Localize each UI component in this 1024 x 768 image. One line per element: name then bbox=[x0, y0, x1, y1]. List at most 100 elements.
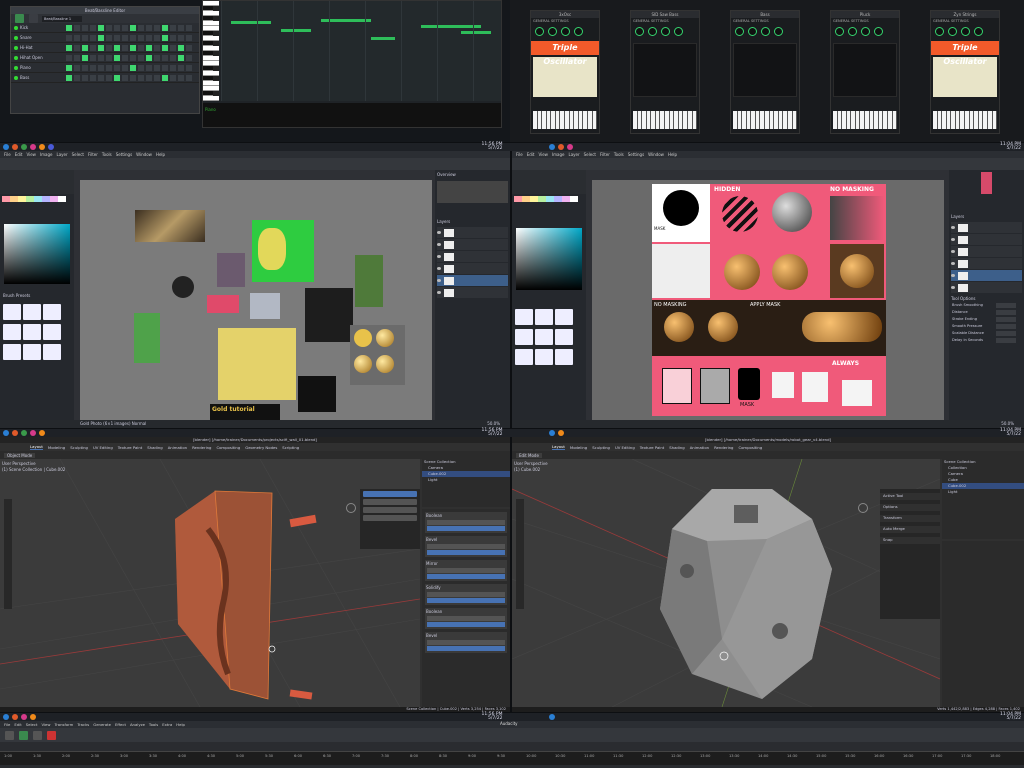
beat-step[interactable] bbox=[90, 24, 96, 31]
play-icon-audio[interactable] bbox=[19, 730, 28, 740]
beat-step[interactable] bbox=[66, 24, 72, 31]
beat-step[interactable] bbox=[178, 54, 184, 61]
n-panel-section[interactable]: Auto Merge bbox=[880, 526, 940, 533]
beat-step[interactable] bbox=[66, 44, 72, 51]
beat-step[interactable] bbox=[146, 44, 152, 51]
layer-row[interactable] bbox=[437, 263, 508, 274]
modifier-field[interactable] bbox=[427, 640, 505, 645]
workspace-tab[interactable]: Geometry Nodes bbox=[245, 445, 277, 450]
beat-step[interactable] bbox=[98, 44, 104, 51]
layer-row[interactable] bbox=[437, 239, 508, 250]
modifier-field[interactable] bbox=[427, 544, 505, 549]
workspace-tab[interactable]: Animation bbox=[690, 445, 709, 450]
beat-step[interactable] bbox=[186, 74, 192, 81]
blender-icon-3[interactable] bbox=[30, 714, 36, 720]
menu-item[interactable]: Help bbox=[668, 152, 677, 157]
modifier-panel[interactable]: Bevel bbox=[425, 632, 507, 653]
record-icon[interactable] bbox=[47, 730, 56, 740]
krita-right-canvas[interactable]: MASK HIDDEN NO MASKING NO MASKING APPLY … bbox=[592, 180, 944, 420]
outliner-item[interactable]: Light bbox=[422, 477, 510, 483]
volume-knob[interactable] bbox=[848, 27, 857, 36]
beat-step[interactable] bbox=[162, 74, 168, 81]
beat-step[interactable] bbox=[170, 54, 176, 61]
menu-item[interactable]: Settings bbox=[116, 152, 132, 157]
mech-part-model[interactable] bbox=[512, 459, 940, 707]
tool-grid-right[interactable] bbox=[512, 170, 586, 194]
n-panel-section[interactable]: Snap bbox=[880, 537, 940, 544]
piano-roll[interactable]: Piano bbox=[202, 0, 502, 128]
beat-step[interactable] bbox=[130, 34, 136, 41]
layer-row[interactable] bbox=[437, 251, 508, 262]
volume-knob[interactable] bbox=[535, 27, 544, 36]
tool-option-value[interactable] bbox=[996, 303, 1016, 308]
n-panel-transform[interactable] bbox=[360, 489, 420, 549]
menu-item[interactable]: Tracks bbox=[77, 722, 89, 727]
menu-item[interactable]: Edit bbox=[15, 152, 23, 157]
beat-step[interactable] bbox=[146, 74, 152, 81]
brush-preset[interactable] bbox=[515, 349, 533, 365]
knob-row[interactable] bbox=[631, 24, 699, 41]
files-icon[interactable] bbox=[21, 144, 27, 150]
beat-step[interactable] bbox=[114, 34, 120, 41]
volume-knob[interactable] bbox=[835, 27, 844, 36]
brush-preset[interactable] bbox=[43, 344, 61, 360]
tool-option-row[interactable]: Stroke Ending bbox=[949, 317, 1024, 324]
menu-item[interactable]: Settings bbox=[628, 152, 644, 157]
beat-step[interactable] bbox=[122, 64, 128, 71]
midi-note[interactable] bbox=[421, 25, 481, 28]
tool-option-value[interactable] bbox=[996, 317, 1016, 322]
menu-item[interactable]: Transform bbox=[54, 722, 73, 727]
play-icon[interactable] bbox=[15, 14, 24, 23]
workspace-tab[interactable]: Texture Paint bbox=[118, 445, 143, 450]
beat-step[interactable] bbox=[146, 54, 152, 61]
palette-right[interactable] bbox=[512, 194, 586, 206]
volume-knob[interactable] bbox=[974, 27, 983, 36]
beat-step[interactable] bbox=[74, 54, 80, 61]
menu-item[interactable]: View bbox=[26, 152, 36, 157]
synth-plugin-window[interactable]: Pluck GENERAL SETTINGS bbox=[830, 10, 900, 134]
beat-step[interactable] bbox=[154, 24, 160, 31]
beat-track-row[interactable]: Kick bbox=[11, 23, 199, 33]
beat-step[interactable] bbox=[66, 74, 72, 81]
layer-row[interactable] bbox=[951, 234, 1022, 245]
track-name[interactable]: Hihat Open bbox=[20, 55, 64, 60]
menu-item[interactable]: Select bbox=[584, 152, 596, 157]
menu-item[interactable]: Tools bbox=[149, 722, 158, 727]
beat-step[interactable] bbox=[82, 74, 88, 81]
brush-preset[interactable] bbox=[43, 304, 61, 320]
layer-row[interactable] bbox=[951, 282, 1022, 293]
mute-led[interactable] bbox=[14, 75, 18, 80]
n-panel-section[interactable]: Transform bbox=[880, 515, 940, 522]
beat-step[interactable] bbox=[106, 44, 112, 51]
midi-note[interactable] bbox=[281, 29, 311, 32]
volume-knob[interactable] bbox=[735, 27, 744, 36]
menu-item[interactable]: Layer bbox=[56, 152, 67, 157]
blender-right-outliner[interactable]: Scene Collection Collection Camera Cube Cube… bbox=[942, 459, 1024, 539]
navigation-gizmo-right[interactable] bbox=[858, 503, 868, 513]
beat-step[interactable] bbox=[74, 74, 80, 81]
beat-step[interactable] bbox=[186, 34, 192, 41]
beat-step[interactable] bbox=[114, 64, 120, 71]
volume-knob[interactable] bbox=[935, 27, 944, 36]
eye-icon[interactable] bbox=[951, 238, 955, 241]
beat-step[interactable] bbox=[98, 24, 104, 31]
beat-step[interactable] bbox=[82, 34, 88, 41]
workspace-tab[interactable]: Scripting bbox=[282, 445, 299, 450]
tool-option-row[interactable]: Distance bbox=[949, 310, 1024, 317]
n-panel-tool[interactable]: Active Tool Options Transform Auto Merge Sna… bbox=[880, 489, 940, 619]
synth-plugin-window[interactable]: SID Saw Bass GENERAL SETTINGS bbox=[630, 10, 700, 134]
mode-selector-right[interactable]: Edit Mode bbox=[516, 452, 542, 458]
menu-item[interactable]: Extra bbox=[162, 722, 172, 727]
beat-step[interactable] bbox=[138, 74, 144, 81]
beat-step[interactable] bbox=[106, 64, 112, 71]
brush-preset[interactable] bbox=[23, 304, 41, 320]
menu-item[interactable]: Effect bbox=[115, 722, 126, 727]
tool-option-value[interactable] bbox=[996, 324, 1016, 329]
plugin-panel[interactable] bbox=[833, 43, 897, 97]
workspace-tab[interactable]: Sculpting bbox=[592, 445, 610, 450]
beat-step[interactable] bbox=[90, 34, 96, 41]
beat-step[interactable] bbox=[90, 74, 96, 81]
beat-step[interactable] bbox=[178, 74, 184, 81]
beat-step[interactable] bbox=[154, 34, 160, 41]
beat-step[interactable] bbox=[186, 44, 192, 51]
